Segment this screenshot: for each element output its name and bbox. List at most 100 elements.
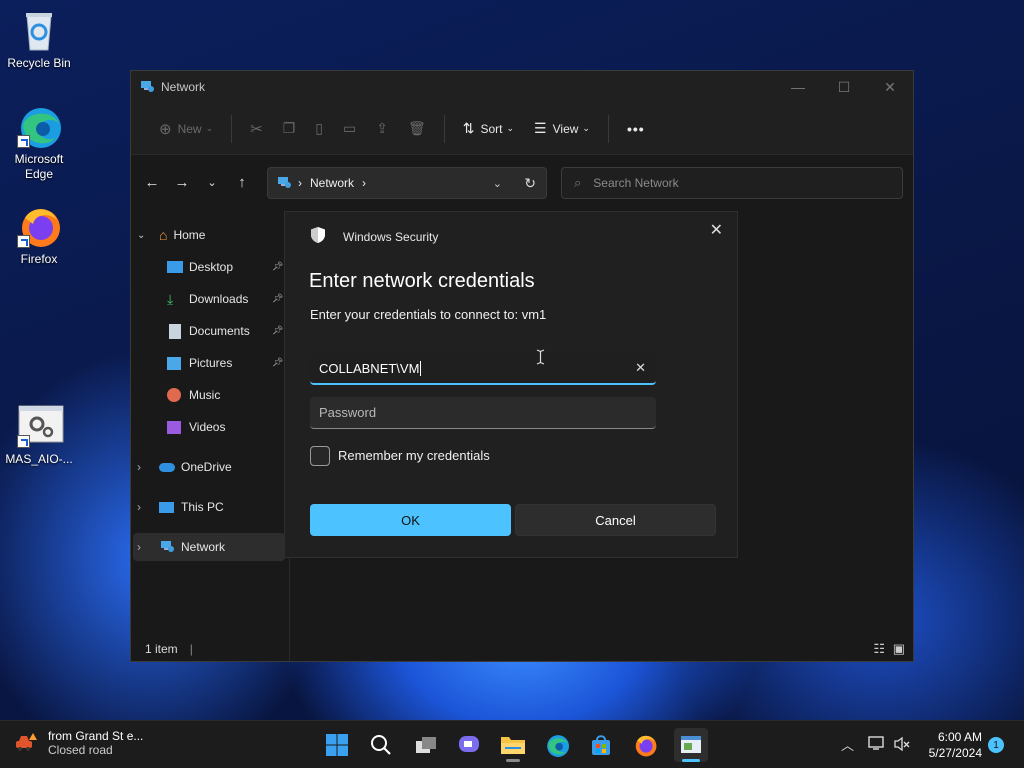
show-hidden-icons-button[interactable]: ︿: [841, 735, 854, 754]
refresh-icon[interactable]: ↻: [524, 175, 536, 192]
new-button-label: New: [177, 121, 202, 136]
dialog-subtitle: Enter your credentials to connect to: vm…: [310, 307, 547, 322]
search-button[interactable]: [367, 731, 395, 759]
cut-button[interactable]: ✂: [240, 113, 273, 145]
chat-button[interactable]: [455, 731, 483, 759]
pin-icon: 📌︎: [272, 261, 284, 271]
sidebar-item-this-pc[interactable]: › This PC: [137, 493, 287, 521]
sidebar-item-desktop[interactable]: Desktop: [167, 253, 287, 281]
title-bar[interactable]: Network — ☐ ✕: [131, 71, 913, 103]
sidebar-item-documents[interactable]: Documents: [167, 317, 287, 345]
desktop-icon-edge[interactable]: Microsoft Edge: [1, 104, 77, 182]
search-box[interactable]: ⌕ Search Network: [561, 167, 903, 199]
shortcut-arrow-icon: [17, 135, 30, 148]
search-icon: ⌕: [574, 175, 582, 190]
edge-icon: [17, 104, 61, 148]
desktop-icon-recycle-bin[interactable]: Recycle Bin: [1, 8, 77, 71]
search-input[interactable]: Search Network: [593, 176, 678, 190]
display-icon[interactable]: [868, 735, 886, 754]
rename-button[interactable]: ▭: [333, 113, 366, 145]
shield-icon: [309, 226, 327, 247]
breadcrumb-network[interactable]: Network: [310, 176, 354, 190]
store-icon: [592, 735, 610, 755]
close-icon[interactable]: ✕: [710, 220, 723, 240]
forward-button[interactable]: →: [167, 174, 197, 191]
sidebar-item-pictures[interactable]: Pictures: [167, 349, 287, 377]
sort-button[interactable]: ⇅ Sort ⌄: [453, 113, 524, 145]
sidebar-item-onedrive[interactable]: › OneDrive: [137, 453, 287, 481]
chevron-down-icon: ⌄: [506, 123, 515, 133]
traffic-title: from Grand St e...: [48, 729, 144, 743]
desktop-icon-label: Microsoft Edge: [14, 152, 64, 181]
desktop-icon-label: MAS_AIO-...: [5, 452, 73, 466]
chat-icon: [459, 736, 479, 752]
more-dots-icon: •••: [626, 120, 645, 137]
share-button[interactable]: ⇪: [366, 113, 398, 145]
desktop: Recycle Bin Microsoft Edge Firefox MAS_A…: [0, 0, 1024, 720]
ok-button[interactable]: OK: [310, 504, 511, 536]
chevron-down-icon: ⌄: [137, 229, 146, 241]
firefox-taskbar-button[interactable]: [631, 731, 659, 759]
traffic-widget[interactable]: from Grand St e... Closed road: [14, 729, 143, 757]
file-explorer-button[interactable]: [499, 731, 527, 759]
trash-icon: 🗑︎: [407, 120, 426, 136]
tiles-view-button[interactable]: ▣: [893, 641, 905, 657]
view-button[interactable]: ☰ View ⌄: [524, 113, 600, 145]
sidebar-item-label: Documents: [189, 324, 250, 338]
copy-button[interactable]: ❐: [273, 113, 306, 145]
copy-icon: ❐: [282, 120, 296, 136]
clock-date: 5/27/2024: [928, 746, 982, 760]
sidebar-item-label: Home: [173, 228, 206, 242]
start-button[interactable]: [323, 731, 351, 759]
security-app-button[interactable]: [674, 728, 708, 762]
sidebar-item-label: Network: [181, 540, 226, 554]
more-options-button[interactable]: •••: [617, 113, 655, 145]
minimize-button[interactable]: —: [775, 71, 821, 103]
recent-locations-button[interactable]: ⌄: [197, 176, 227, 189]
desktop-icon-firefox[interactable]: Firefox: [1, 204, 77, 267]
close-window-button[interactable]: ✕: [867, 71, 913, 103]
maximize-button[interactable]: ☐: [821, 71, 867, 103]
delete-button[interactable]: 🗑︎: [398, 113, 436, 145]
notification-badge[interactable]: 1: [988, 737, 1004, 753]
cancel-button[interactable]: Cancel: [515, 504, 716, 536]
paste-button[interactable]: ▯: [305, 113, 333, 145]
volume-muted-icon[interactable]: [894, 736, 910, 755]
item-count: 1 item: [145, 642, 178, 656]
new-button[interactable]: ⊕ New ⌄: [149, 113, 223, 145]
video-icon: [167, 420, 181, 434]
remember-credentials-label[interactable]: Remember my credentials: [338, 448, 490, 463]
sidebar-item-label: Pictures: [189, 356, 233, 370]
task-view-button[interactable]: [412, 731, 440, 759]
home-icon: ⌂: [159, 227, 168, 243]
store-button[interactable]: [587, 731, 615, 759]
back-button[interactable]: ←: [137, 174, 167, 191]
sidebar-item-music[interactable]: Music: [167, 381, 287, 409]
text-caret: [420, 360, 422, 376]
chevron-right-icon: ›: [137, 460, 141, 474]
clear-text-icon[interactable]: ✕: [635, 360, 646, 376]
address-bar[interactable]: › Network › ⌄ ↻: [267, 167, 547, 199]
sidebar-item-videos[interactable]: Videos: [167, 413, 287, 441]
desktop-icon-mas-aio[interactable]: MAS_AIO-...: [1, 404, 77, 467]
details-view-button[interactable]: ☷: [873, 641, 885, 657]
firefox-icon: [17, 204, 61, 248]
address-dropdown-icon[interactable]: ⌄: [493, 177, 502, 190]
sidebar-item-network[interactable]: › Network: [133, 533, 285, 561]
sidebar-item-home[interactable]: ⌄ ⌂ Home: [137, 221, 287, 249]
search-icon: [371, 735, 391, 755]
up-button[interactable]: ↑: [227, 174, 257, 191]
sidebar-item-downloads[interactable]: ⤓ Downloads: [167, 285, 287, 313]
document-icon: [169, 323, 181, 339]
remember-credentials-checkbox[interactable]: [310, 446, 330, 466]
chevron-right-icon: ›: [137, 500, 141, 514]
username-field[interactable]: COLLABNET\VM ✕: [310, 353, 656, 385]
sort-arrows-icon: ⇅: [462, 120, 475, 136]
edge-taskbar-button[interactable]: [543, 731, 571, 759]
picture-icon: [167, 356, 181, 370]
dialog-app-name: Windows Security: [343, 229, 439, 244]
clock[interactable]: 6:00 AM 5/27/2024: [920, 729, 982, 761]
network-icon: [139, 78, 155, 97]
password-field[interactable]: Password: [310, 397, 656, 429]
sidebar-item-label: Music: [189, 388, 221, 402]
